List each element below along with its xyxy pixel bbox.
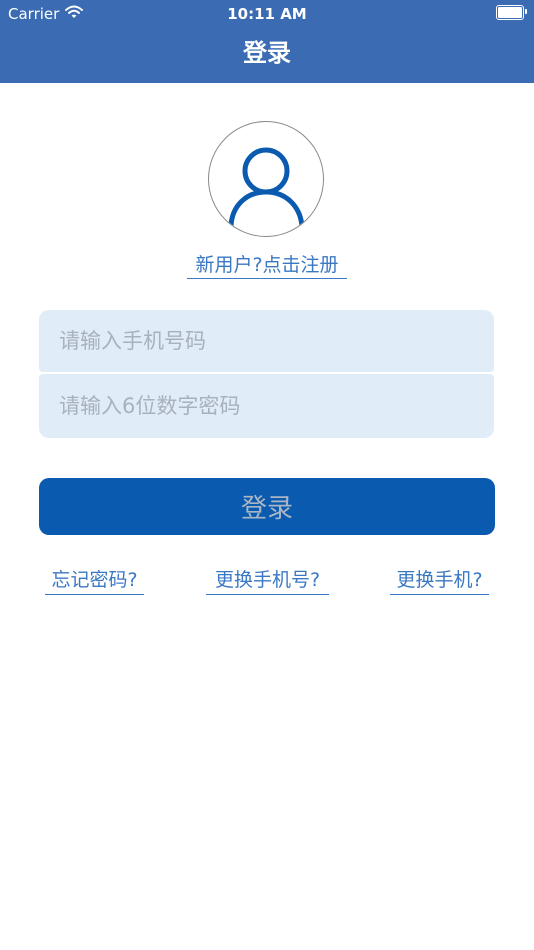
page-title: 登录 xyxy=(243,39,291,67)
change-phone-number-link[interactable]: 更换手机号? xyxy=(206,567,329,595)
change-phone-link[interactable]: 更换手机? xyxy=(390,567,489,595)
top-bar: Carrier 10:11 AM 登录 xyxy=(0,0,534,83)
forgot-password-link[interactable]: 忘记密码? xyxy=(45,567,144,595)
register-link[interactable]: 新用户?点击注册 xyxy=(187,252,347,279)
battery-icon xyxy=(496,5,527,20)
login-screen: Carrier 10:11 AM 登录 新用户?点击注册 登录 忘记密码? xyxy=(0,0,534,950)
status-time: 10:11 AM xyxy=(227,5,307,23)
password-input[interactable] xyxy=(39,374,494,438)
status-right-group xyxy=(496,5,527,20)
login-button[interactable]: 登录 xyxy=(39,478,495,535)
user-avatar-icon xyxy=(208,121,324,237)
phone-number-input[interactable] xyxy=(39,310,494,372)
